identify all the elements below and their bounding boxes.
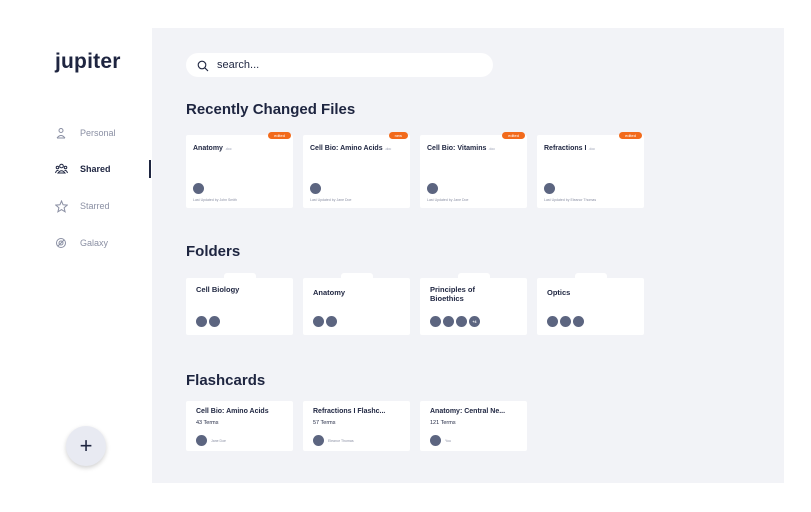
app-logo: jupiter xyxy=(55,50,121,73)
plus-icon: + xyxy=(79,433,93,458)
avatar xyxy=(196,435,207,446)
author-name: Jane Doe xyxy=(211,439,226,443)
sidebar-item-personal[interactable]: Personal xyxy=(54,125,116,141)
avatar xyxy=(193,183,204,194)
folder-tab xyxy=(224,273,256,279)
avatar xyxy=(443,316,454,327)
file-card[interactable]: new Cell Bio: Amino Acids .doc Last Updat… xyxy=(303,132,410,208)
status-badge: edited xyxy=(502,132,525,139)
term-count: 43 Terms xyxy=(196,420,219,426)
flashcards-title: Flashcards xyxy=(186,372,266,389)
flashcard-set-card[interactable]: Refractions I Flashc... 57 Terms Eleanor… xyxy=(303,401,410,451)
sidebar-item-label: Starred xyxy=(80,201,110,211)
folder-name: Anatomy xyxy=(313,288,346,297)
folder-card[interactable]: Anatomy xyxy=(303,273,410,335)
last-updated: Last Updated by Jane Doe xyxy=(427,198,469,202)
search-bar[interactable] xyxy=(186,53,493,77)
sidebar-item-galaxy[interactable]: Galaxy xyxy=(54,235,108,251)
avatar xyxy=(547,316,558,327)
flashcard-set-title: Anatomy: Central Ne... xyxy=(430,408,506,415)
folder-name: Optics xyxy=(547,288,571,297)
avatar xyxy=(209,316,220,327)
main-panel: Recently Changed Files edited Anatomy.do… xyxy=(152,28,784,483)
file-ext: .doc xyxy=(224,147,232,151)
flashcard-set-card[interactable]: Cell Bio: Amino Acids 43 Terms Jane Doe xyxy=(186,401,293,451)
people-icon xyxy=(54,162,68,176)
author-name: Eleanor Thomas xyxy=(328,439,354,443)
file-ext: .doc xyxy=(588,147,596,151)
avatar xyxy=(310,183,321,194)
avatar-group xyxy=(547,316,586,327)
sidebar-item-starred[interactable]: Starred xyxy=(54,198,110,214)
author-name: You xyxy=(445,439,451,443)
status-badge: edited xyxy=(268,132,291,139)
file-card[interactable]: edited Refractions I .doc Last Updated by… xyxy=(537,132,644,208)
file-title: Cell Bio: Vitamins .doc xyxy=(427,145,496,152)
sidebar-item-shared[interactable]: Shared xyxy=(54,161,111,177)
folder-tab xyxy=(341,273,373,279)
file-title: Anatomy .doc xyxy=(193,145,232,152)
person-icon xyxy=(54,126,68,140)
avatar-group xyxy=(196,316,222,327)
file-title: Refractions I .doc xyxy=(544,145,596,152)
folder-card[interactable]: Optics xyxy=(537,273,644,335)
avatar xyxy=(326,316,337,327)
file-title: Cell Bio: Amino Acids .doc xyxy=(310,145,392,152)
flashcard-set-title: Refractions I Flashc... xyxy=(313,408,386,415)
avatar xyxy=(427,183,438,194)
status-badge: edited xyxy=(619,132,642,139)
file-card[interactable]: edited Cell Bio: Vitamins .doc Last Updat… xyxy=(420,132,527,208)
term-count: 57 Terms xyxy=(313,420,336,426)
avatar xyxy=(573,316,584,327)
file-ext: .doc xyxy=(488,147,496,151)
folder-card[interactable]: Principles of Bioethics +4 xyxy=(420,273,527,335)
search-input[interactable] xyxy=(217,59,467,71)
avatar xyxy=(313,316,324,327)
last-updated: Last Updated by Jane Doe xyxy=(310,198,352,202)
avatar xyxy=(456,316,467,327)
active-indicator xyxy=(149,160,151,178)
avatar xyxy=(430,435,441,446)
avatar-group: +4 xyxy=(430,316,482,327)
sidebar-item-label: Personal xyxy=(80,128,116,138)
sidebar-item-label: Shared xyxy=(80,164,111,174)
search-icon xyxy=(197,59,209,72)
galaxy-icon xyxy=(54,236,68,250)
folders-title: Folders xyxy=(186,243,241,260)
avatar xyxy=(430,316,441,327)
flashcard-set-title: Cell Bio: Amino Acids xyxy=(196,408,269,415)
star-icon xyxy=(54,199,68,213)
last-updated: Last Updated by Eleanor Thomas xyxy=(544,198,597,202)
more-members-badge: +4 xyxy=(469,316,480,327)
avatar xyxy=(544,183,555,194)
avatar xyxy=(313,435,324,446)
status-badge: new xyxy=(388,132,408,139)
folder-name: Principles of Bioethics xyxy=(430,285,476,303)
sidebar-item-label: Galaxy xyxy=(80,238,109,248)
file-card[interactable]: edited Anatomy .doc Last Updated by John … xyxy=(186,132,293,208)
avatar xyxy=(560,316,571,327)
add-button[interactable]: + xyxy=(66,426,106,466)
folder-tab xyxy=(575,273,607,279)
term-count: 121 Terms xyxy=(430,420,456,426)
folder-tab xyxy=(458,273,490,279)
sidebar: jupiter Personal Shared Starred Galaxy + xyxy=(0,0,152,512)
flashcard-set-card[interactable]: Anatomy: Central Ne... 121 Terms You xyxy=(420,401,527,451)
recent-files-title: Recently Changed Files xyxy=(186,101,356,118)
folder-name: Cell Biology xyxy=(196,285,240,294)
avatar-group xyxy=(313,316,339,327)
file-ext: .doc xyxy=(384,147,392,151)
last-updated: Last Updated by John Smith xyxy=(193,198,237,202)
folder-card[interactable]: Cell Biology xyxy=(186,273,293,335)
avatar xyxy=(196,316,207,327)
